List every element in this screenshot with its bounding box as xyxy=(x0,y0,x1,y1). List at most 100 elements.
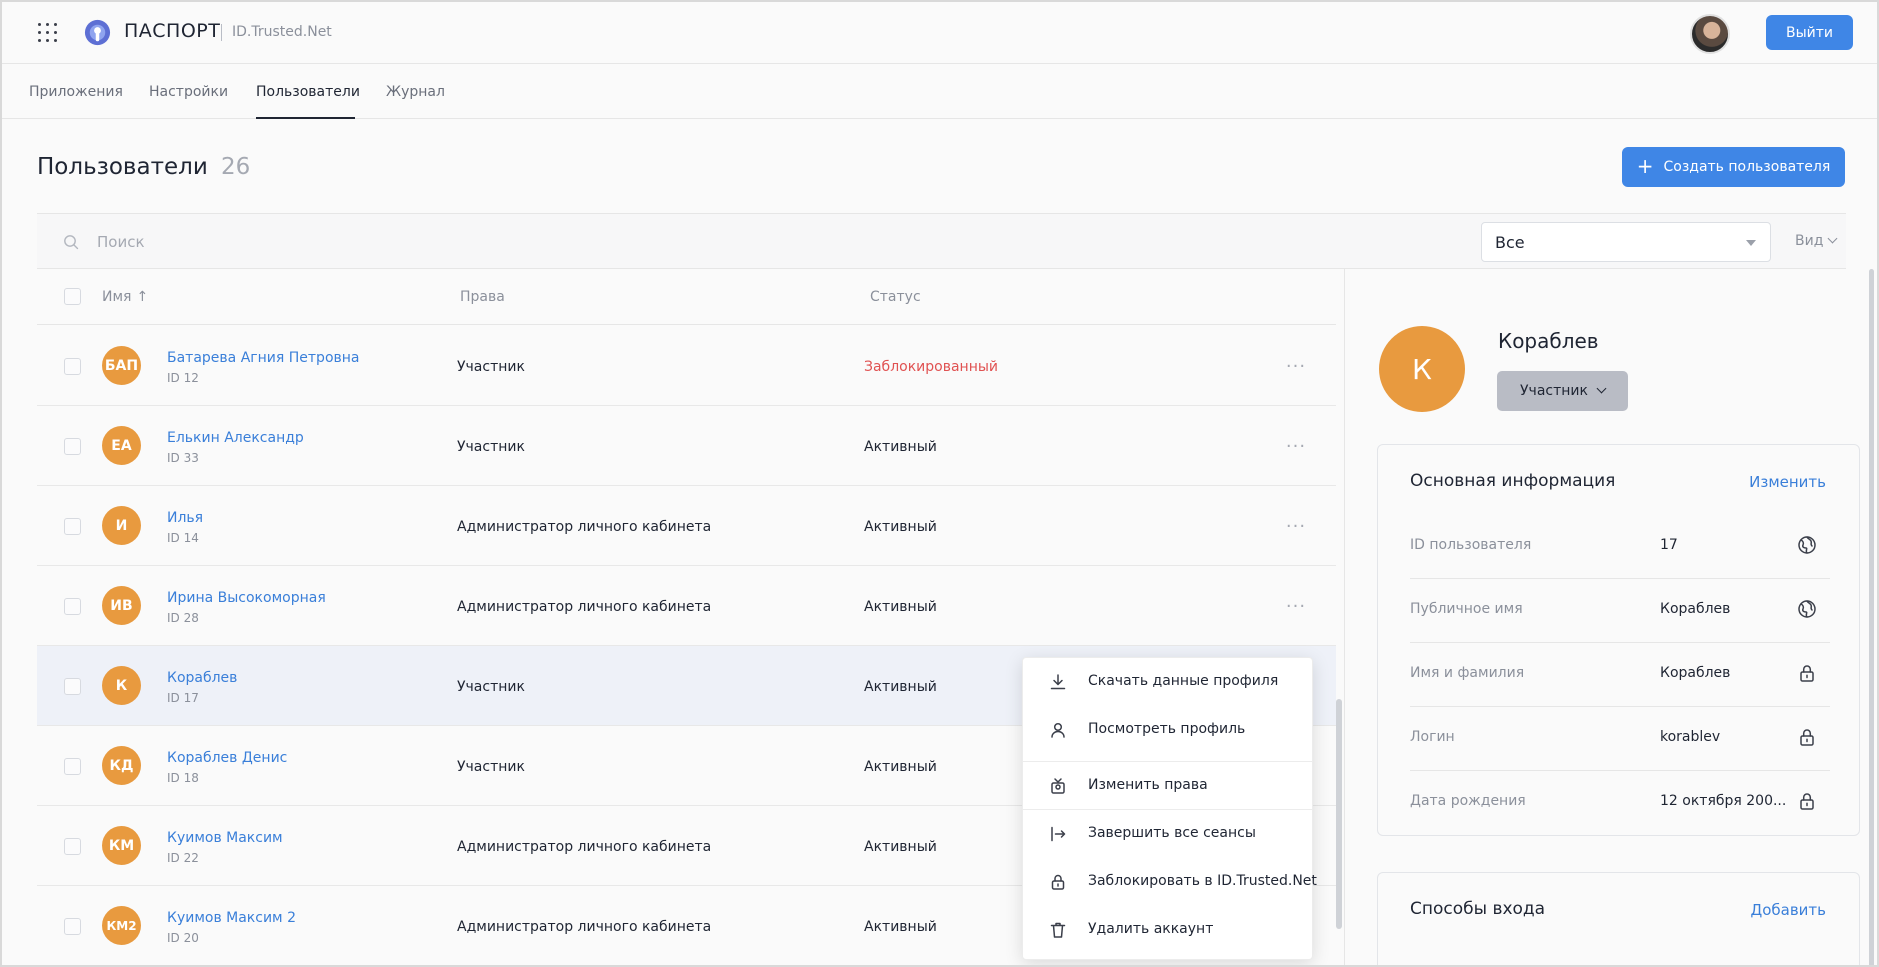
lock-icon[interactable] xyxy=(1797,791,1817,811)
status-badge: Активный xyxy=(864,839,937,855)
view-toggle-button[interactable]: Вид xyxy=(1795,233,1838,249)
login-methods-title: Способы входа xyxy=(1410,899,1546,919)
info-value: 17 xyxy=(1660,537,1678,553)
user-avatar: КМ2 xyxy=(102,906,141,945)
passport-logo-icon xyxy=(84,19,111,46)
lock-icon[interactable] xyxy=(1797,727,1817,747)
more-actions-icon[interactable]: ··· xyxy=(1281,436,1311,457)
profile-role-dropdown[interactable]: Участник xyxy=(1497,371,1628,411)
top-bar: ПАСПОРТ ID.Trusted.Net Выйти xyxy=(2,2,1877,64)
user-name-link[interactable]: Куимов Максим xyxy=(167,830,283,846)
status-filter-select[interactable]: Все xyxy=(1481,222,1771,262)
status-badge: Заблокированный xyxy=(864,359,998,375)
tab-applications[interactable]: Приложения xyxy=(29,84,123,100)
user-id: ID 18 xyxy=(167,771,199,785)
user-avatar: К xyxy=(102,666,141,705)
table-header: Имя ↑ Права Статус xyxy=(37,269,1336,325)
lock-icon xyxy=(1051,874,1065,890)
menu-item-download-profile[interactable]: Скачать данные профиля xyxy=(1023,658,1312,706)
row-checkbox[interactable] xyxy=(64,678,81,695)
user-name-link[interactable]: Кораблев Денис xyxy=(167,750,287,766)
column-rights-header: Права xyxy=(460,289,505,305)
user-id: ID 17 xyxy=(167,691,199,705)
user-name-link[interactable]: Ирина Высокоморная xyxy=(167,590,326,606)
info-row-login: Логин korablev xyxy=(1410,707,1830,771)
table-scroll-thumb[interactable] xyxy=(1336,699,1342,929)
info-value: 12 октября 200... xyxy=(1660,793,1787,809)
view-label: Вид xyxy=(1795,233,1824,249)
user-profile-panel: К Кораблев Участник Основная информация … xyxy=(1344,269,1877,965)
menu-item-end-sessions[interactable]: Завершить все сеансы xyxy=(1023,810,1312,858)
more-actions-icon[interactable]: ··· xyxy=(1281,356,1311,377)
row-checkbox[interactable] xyxy=(64,518,81,535)
table-scrollbar[interactable] xyxy=(1336,269,1344,965)
info-label: Логин xyxy=(1410,729,1455,745)
menu-item-label: Изменить права xyxy=(1088,777,1208,793)
user-name-link[interactable]: Батарева Агния Петровна xyxy=(167,350,360,366)
row-context-menu: Скачать данные профиля Посмотреть профил… xyxy=(1022,657,1317,960)
users-count: 26 xyxy=(221,154,251,180)
tab-journal[interactable]: Журнал xyxy=(386,84,445,100)
main-info-title: Основная информация xyxy=(1410,471,1616,491)
brand-subtitle: ID.Trusted.Net xyxy=(232,24,332,40)
info-label: Публичное имя xyxy=(1410,601,1523,617)
user-name-link[interactable]: Елькин Александр xyxy=(167,430,304,446)
menu-item-label: Посмотреть профиль xyxy=(1088,721,1246,737)
panel-scroll-thumb[interactable] xyxy=(1869,269,1874,965)
menu-item-delete-account[interactable]: Удалить аккаунт xyxy=(1023,906,1312,954)
search-input[interactable] xyxy=(97,227,597,257)
globe-icon[interactable] xyxy=(1797,535,1817,555)
table-row[interactable]: ЕА Елькин Александр ID 33 Участник Актив… xyxy=(37,406,1336,486)
active-tab-underline xyxy=(256,117,355,119)
apps-grid-icon[interactable] xyxy=(38,23,57,42)
add-login-method-link[interactable]: Добавить xyxy=(1750,901,1826,919)
menu-item-change-rights[interactable]: Изменить права xyxy=(1023,762,1312,810)
row-checkbox[interactable] xyxy=(64,918,81,935)
info-row-user-id: ID пользователя 17 xyxy=(1410,515,1830,579)
user-role: Администратор личного кабинета xyxy=(457,599,712,615)
chevron-down-icon xyxy=(1827,233,1838,244)
row-checkbox[interactable] xyxy=(64,358,81,375)
more-actions-icon[interactable]: ··· xyxy=(1281,596,1311,617)
panel-scrollbar[interactable] xyxy=(1869,269,1875,965)
more-actions-icon[interactable]: ··· xyxy=(1281,516,1311,537)
user-avatar: ЕА xyxy=(102,426,141,465)
tab-settings[interactable]: Настройки xyxy=(149,84,228,100)
row-checkbox[interactable] xyxy=(64,758,81,775)
column-name-header[interactable]: Имя ↑ xyxy=(102,289,148,305)
user-role: Участник xyxy=(457,759,525,775)
table-row[interactable]: И Илья ID 14 Администратор личного кабин… xyxy=(37,486,1336,566)
login-methods-card: Способы входа Добавить xyxy=(1377,872,1860,965)
user-name-link[interactable]: Куимов Максим 2 xyxy=(167,910,296,926)
edit-main-info-link[interactable]: Изменить xyxy=(1749,473,1826,491)
row-checkbox[interactable] xyxy=(64,438,81,455)
create-user-button[interactable]: + Создать пользователя xyxy=(1622,147,1845,187)
user-name-link[interactable]: Илья xyxy=(167,510,203,526)
select-all-checkbox[interactable] xyxy=(64,288,81,305)
table-row[interactable]: БАП Батарева Агния Петровна ID 12 Участн… xyxy=(37,326,1336,406)
status-badge: Активный xyxy=(864,759,937,775)
row-checkbox[interactable] xyxy=(64,838,81,855)
menu-item-view-profile[interactable]: Посмотреть профиль xyxy=(1023,706,1312,754)
profile-name: Кораблев xyxy=(1498,329,1599,353)
chevron-down-icon xyxy=(1596,383,1607,393)
brand-title: ПАСПОРТ xyxy=(124,20,221,42)
globe-icon[interactable] xyxy=(1797,599,1817,619)
menu-item-block-user[interactable]: Заблокировать в ID.Trusted.Net xyxy=(1023,858,1317,906)
table-row[interactable]: ИВ Ирина Высокоморная ID 28 Администрато… xyxy=(37,566,1336,646)
info-value: Кораблев xyxy=(1660,665,1731,681)
lock-icon[interactable] xyxy=(1797,663,1817,683)
current-user-avatar[interactable] xyxy=(1690,14,1730,54)
user-id: ID 33 xyxy=(167,451,199,465)
user-name-link[interactable]: Кораблев xyxy=(167,670,237,686)
column-name-label: Имя xyxy=(102,289,132,305)
info-label: Имя и фамилия xyxy=(1410,665,1525,681)
user-role: Администратор личного кабинета xyxy=(457,519,712,535)
row-checkbox[interactable] xyxy=(64,598,81,615)
user-avatar: БАП xyxy=(102,346,141,385)
info-value: korablev xyxy=(1660,729,1721,745)
logout-button[interactable]: Выйти xyxy=(1766,15,1853,50)
search-icon xyxy=(64,235,79,250)
tab-users[interactable]: Пользователи xyxy=(256,84,360,100)
info-row-birth-date: Дата рождения 12 октября 200... xyxy=(1410,771,1830,835)
